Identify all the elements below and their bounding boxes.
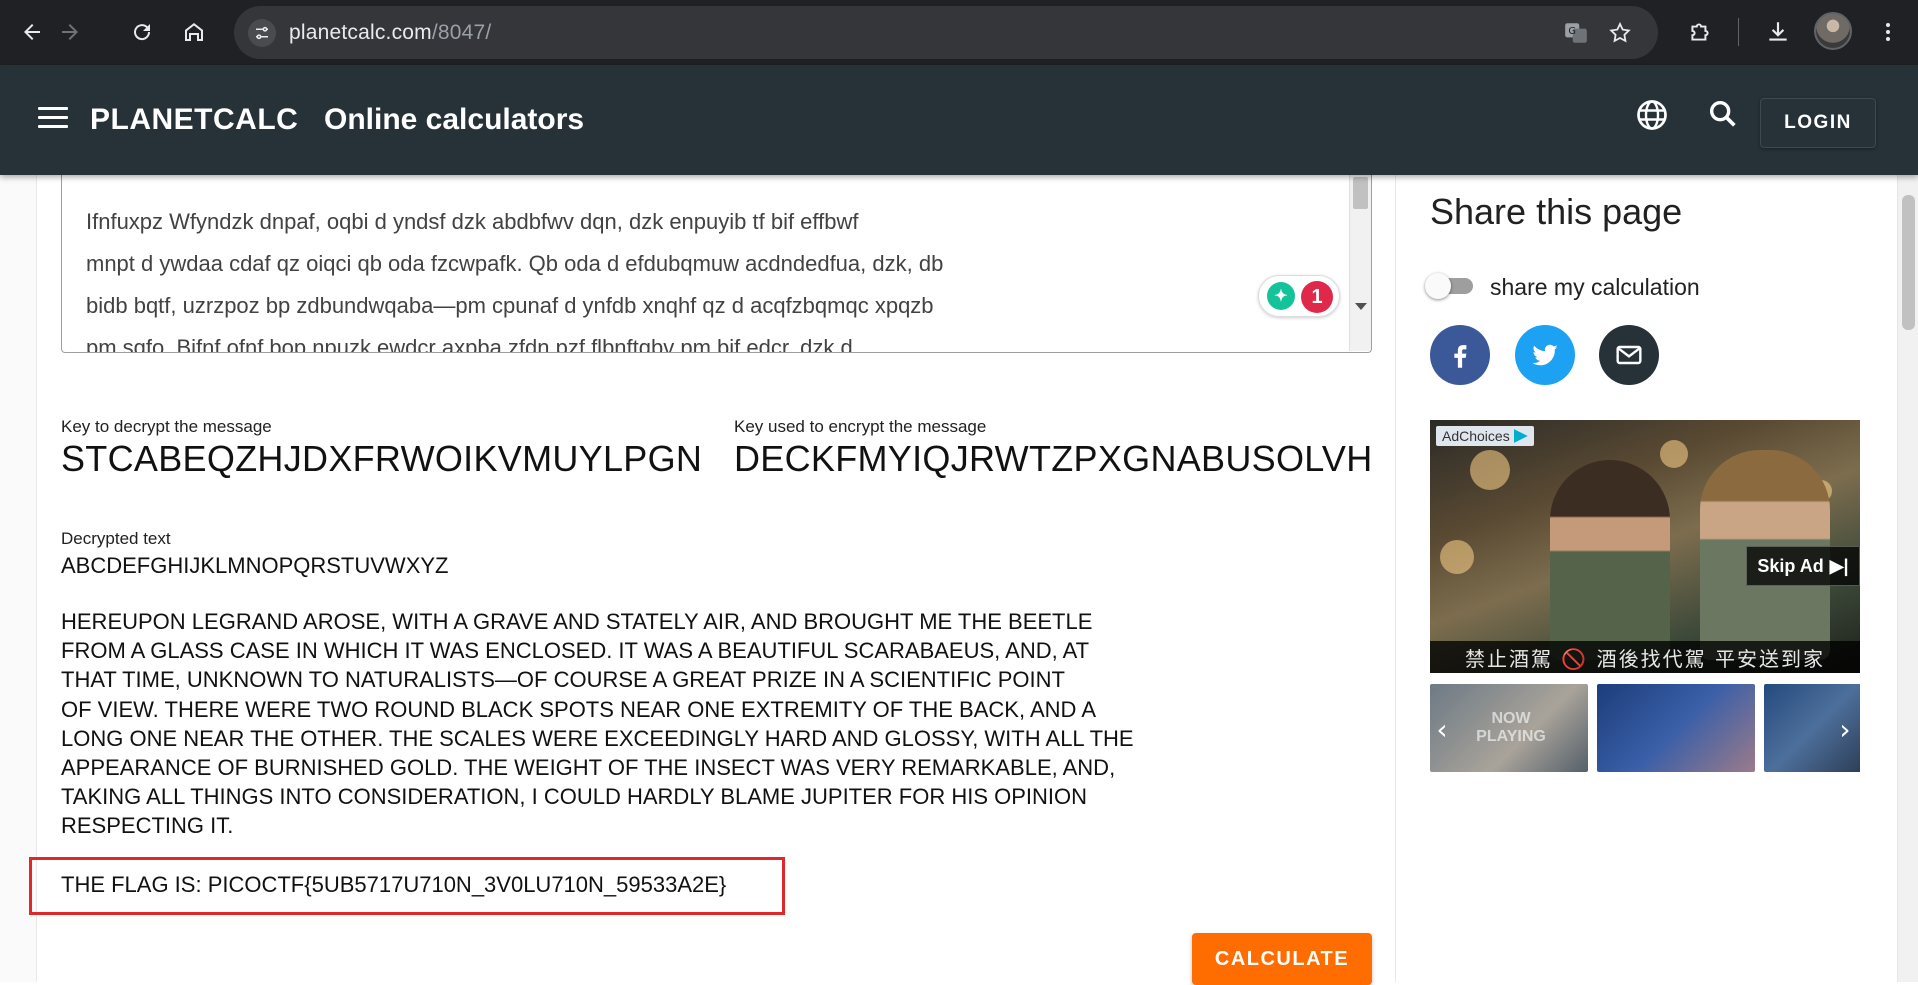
extensions-button[interactable]: [1680, 12, 1720, 52]
arrow-right-icon: [62, 24, 78, 40]
profile-avatar[interactable]: [1814, 12, 1852, 50]
search-icon[interactable]: [1706, 97, 1740, 131]
browser-toolbar: planetcalc.com/8047/ G: [0, 0, 1918, 65]
page-scroll-thumb[interactable]: [1902, 195, 1915, 330]
ad-bottom-banner: 禁止酒駕 🚫 酒後找代駕 平安送到家: [1430, 641, 1860, 673]
url-text: planetcalc.com/8047/: [289, 21, 491, 45]
downloads-button[interactable]: [1758, 12, 1798, 52]
reload-button[interactable]: [122, 12, 162, 52]
puzzle-icon: [1691, 23, 1709, 41]
plaintext-line: OF VIEW. THERE WERE TWO ROUND BLACK SPOT…: [61, 696, 1096, 722]
plaintext-line: RESPECTING IT.: [61, 813, 234, 839]
skip-ad-label: Skip Ad: [1757, 555, 1824, 576]
grammarly-widget[interactable]: ✦ 1: [1258, 275, 1340, 317]
ciphertext-line: bidb bqtf, uzrzpoz bp zdbundwqaba—pm cpu…: [86, 293, 934, 318]
ad-bokeh-light: [1470, 450, 1510, 490]
encrypt-key-label: Key used to encrypt the message: [734, 417, 987, 436]
ciphertext-line: Ifnfuxpz Wfyndzk dnpaf, oqbi d yndsf dzk…: [86, 209, 859, 234]
url-host: planetcalc.com: [289, 21, 432, 44]
scroll-down-arrow-icon[interactable]: [1355, 303, 1367, 310]
email-share-button[interactable]: [1599, 325, 1659, 385]
decrypt-key-label: Key to decrypt the message: [61, 417, 272, 436]
site-info-icon[interactable]: [248, 19, 276, 47]
download-icon: [1769, 22, 1787, 41]
ciphertext-textarea[interactable]: Ifnfuxpz Wfyndzk dnpaf, oqbi d yndsf dzk…: [61, 175, 1372, 353]
encrypt-key-value: DECKFMYIQJRWTZPXGNABUSOLVH: [734, 438, 1373, 479]
facebook-share-button[interactable]: [1430, 325, 1490, 385]
twitter-share-button[interactable]: [1515, 325, 1575, 385]
address-bar[interactable]: planetcalc.com/8047/ G: [234, 6, 1658, 59]
playlist-thumbnail[interactable]: [1597, 684, 1755, 772]
hamburger-menu-icon[interactable]: [38, 107, 68, 133]
svg-text:G: G: [1568, 26, 1576, 37]
ad-bokeh-light: [1440, 540, 1474, 574]
chevron-right-icon[interactable]: ›: [1835, 713, 1855, 746]
skip-next-icon: ▶|: [1829, 555, 1849, 576]
ciphertext-line: pm sqfo. Bifnf ofnf bop npuzk ewdcr axpb…: [86, 335, 853, 353]
page-scrollbar[interactable]: [1897, 65, 1918, 982]
url-path: /8047/: [431, 21, 492, 44]
site-logo[interactable]: PLANETCALC: [90, 103, 298, 137]
site-tagline[interactable]: Online calculators: [324, 103, 584, 137]
toolbar-divider: [1738, 18, 1739, 46]
chevron-left-icon[interactable]: ‹: [1432, 713, 1452, 746]
twitter-icon: [1532, 344, 1558, 366]
plaintext-output: HEREUPON LEGRAND AROSE, WITH A GRAVE AND…: [61, 607, 1211, 841]
toggle-knob: [1425, 273, 1451, 299]
decrypt-key-value: STCABEQZHJDXFRWOIKVMUYLPGN: [61, 438, 703, 479]
login-button[interactable]: LOGIN: [1760, 98, 1876, 148]
home-button[interactable]: [174, 12, 214, 52]
kebab-menu-icon: [1886, 23, 1890, 41]
plaintext-line: TAKING ALL THINGS INTO CONSIDERATION, I …: [61, 784, 1088, 810]
playlist-thumbnail[interactable]: NOW PLAYING: [1430, 684, 1588, 772]
calculate-button[interactable]: CALCULATE: [1192, 933, 1372, 985]
calculator-panel: Ifnfuxpz Wfyndzk dnpaf, oqbi d yndsf dzk…: [29, 175, 1396, 985]
browser-menu-button[interactable]: [1868, 12, 1908, 52]
back-button[interactable]: [12, 12, 52, 52]
share-sidebar: Share this page share my calculation AdC…: [1397, 175, 1897, 982]
plaintext-line: LONG ONE NEAR THE OTHER. THE SCALES WERE…: [61, 725, 1134, 751]
plaintext-line: FROM A GLASS CASE IN WHICH IT WAS ENCLOS…: [61, 638, 1090, 664]
video-playlist-strip: NOW PLAYING ‹ ›: [1430, 684, 1860, 772]
email-icon: [1616, 345, 1642, 365]
adchoices-badge[interactable]: AdChoices: [1436, 426, 1534, 446]
decrypted-alphabet: ABCDEFGHIJKLMNOPQRSTUVWXYZ: [61, 553, 449, 578]
page-content: Ifnfuxpz Wfyndzk dnpaf, oqbi d yndsf dzk…: [0, 175, 1918, 985]
share-calculation-toggle[interactable]: [1425, 271, 1475, 301]
adchoices-icon: [1513, 429, 1528, 443]
textarea-scrollbar[interactable]: [1349, 175, 1371, 351]
translate-icon[interactable]: G: [1562, 19, 1590, 47]
globe-icon[interactable]: [1634, 97, 1670, 133]
forward-button[interactable]: [50, 12, 90, 52]
flag-line: THE FLAG IS: PICOCTF{5UB5717U710N_3V0LU7…: [61, 872, 727, 897]
plaintext-line: HEREUPON LEGRAND AROSE, WITH A GRAVE AND…: [61, 609, 1093, 634]
arrow-left-icon: [24, 24, 40, 40]
textarea-scroll-thumb[interactable]: [1353, 177, 1368, 209]
grammarly-count-badge: 1: [1301, 281, 1333, 313]
now-playing-caption: NOW PLAYING: [1476, 710, 1546, 745]
video-ad[interactable]: AdChoices Skip Ad ▶| 禁止酒駕 🚫 酒後找代駕 平安送到家: [1430, 420, 1860, 673]
decrypted-text-label: Decrypted text: [61, 529, 171, 548]
adchoices-label: AdChoices: [1442, 428, 1510, 444]
share-title: Share this page: [1430, 191, 1683, 232]
facebook-icon: [1454, 345, 1467, 368]
lightbulb-icon: ✦: [1267, 282, 1295, 310]
reload-icon: [134, 24, 151, 41]
skip-ad-button[interactable]: Skip Ad ▶|: [1746, 546, 1860, 586]
ad-person-image: [1550, 460, 1670, 660]
ciphertext-line: mnpt d ywdaa cdaf qz oiqci qb oda fzcwpa…: [86, 251, 944, 276]
site-header: PLANETCALC Online calculators LOGIN: [0, 65, 1918, 175]
plaintext-line: THAT TIME, UNKNOWN TO NATURALISTS—OF COU…: [61, 667, 1065, 693]
plaintext-line: APPEARANCE OF BURNISHED GOLD. THE WEIGHT…: [61, 755, 1116, 781]
home-icon: [185, 23, 203, 41]
ad-bokeh-light: [1660, 440, 1688, 468]
bookmark-star-icon[interactable]: [1606, 19, 1634, 47]
share-calculation-label: share my calculation: [1490, 274, 1700, 300]
